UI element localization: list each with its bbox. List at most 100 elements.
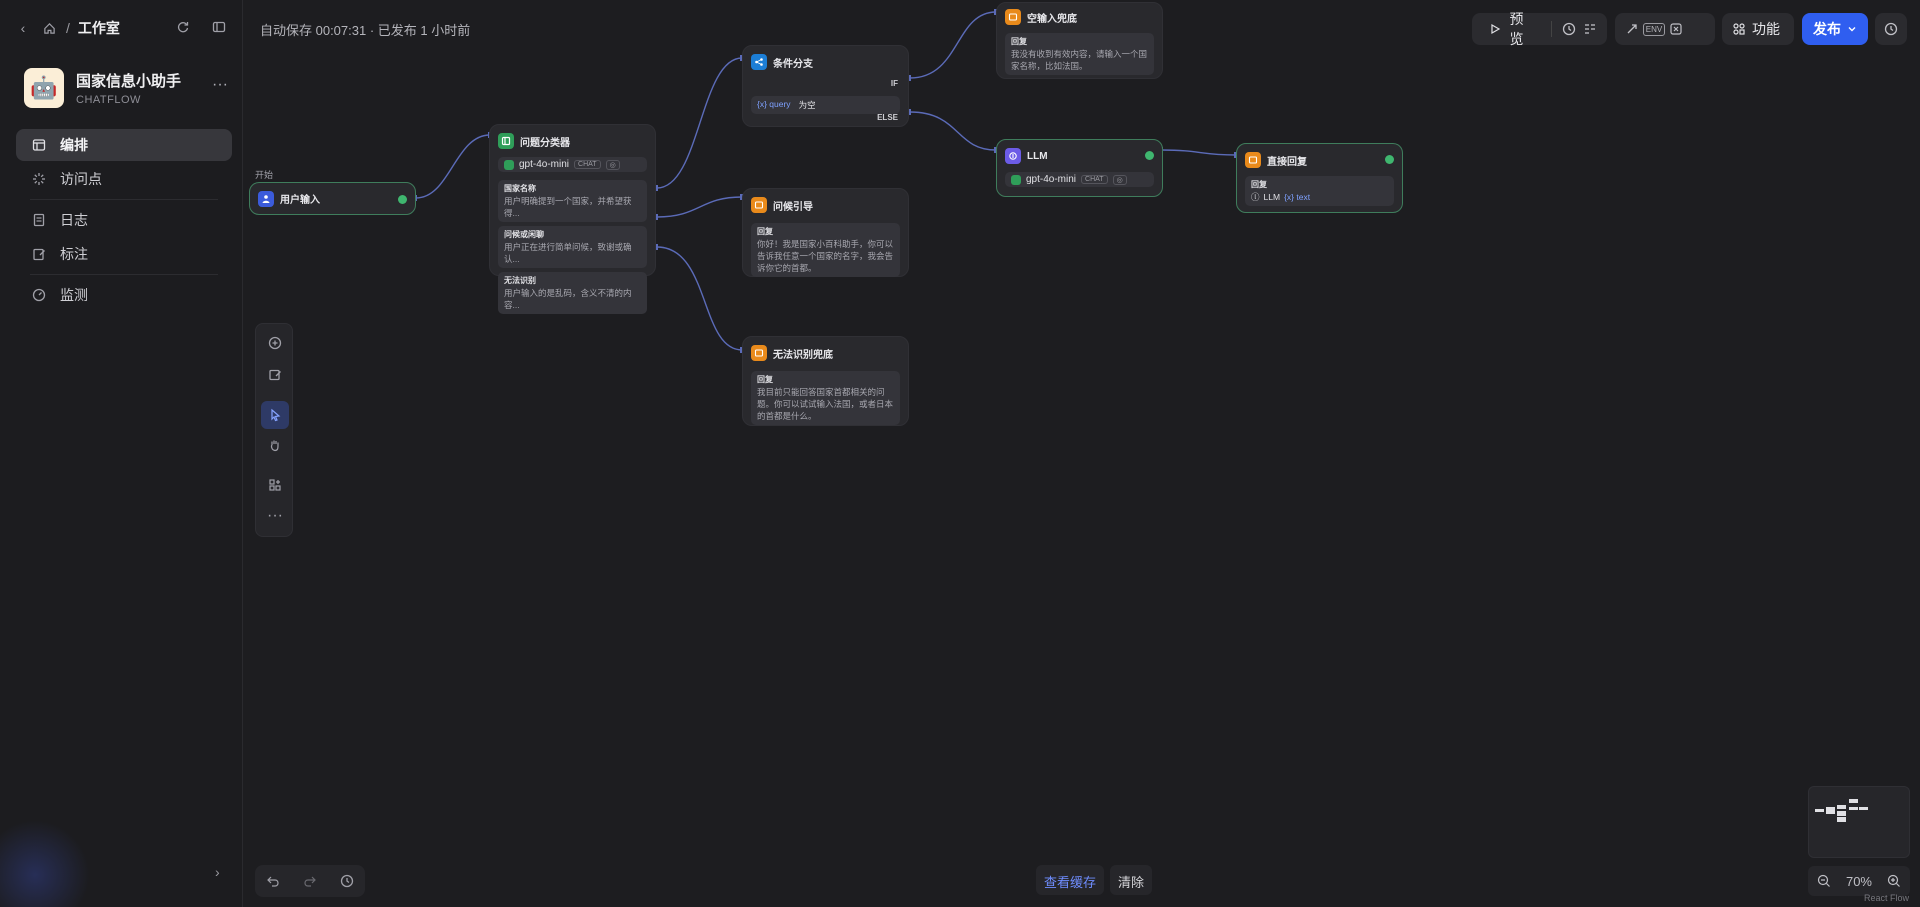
node-llm[interactable]: LLM gpt-4o-mini CHAT ◎ [996,139,1163,197]
add-node-icon[interactable] [261,329,289,357]
node-direct-reply[interactable]: 直接回复 回复 ⓛ LLM {x} text [1236,143,1403,213]
home-icon[interactable] [40,19,58,37]
checklist-clock-icon[interactable] [1560,20,1578,38]
chevron-down-icon [1847,21,1857,37]
reply-text: 我目前只能回答国家首都相关的问题。你可以试试输入法国，或者日本的首都是什么。 [757,387,894,421]
reply-box-title: 回复 [1251,180,1267,189]
class-name: 问候或闲聊 [504,230,544,239]
hand-icon[interactable] [261,431,289,459]
history-controls [255,865,365,897]
cache-controls: 查看缓存 清除 [1036,865,1153,895]
publish-button[interactable]: 发布 [1802,13,1868,45]
app-type: CHATFLOW [76,94,141,106]
answer-icon [751,345,767,361]
node-title: 问题分类器 [520,137,570,149]
panel-toggle-icon[interactable] [210,18,228,36]
model-selector[interactable]: gpt-4o-mini CHAT ◎ [1005,172,1154,187]
annotate-icon [30,245,48,263]
node-title: 问候引导 [773,201,813,213]
checklist-icon[interactable] [1581,20,1599,38]
divider [30,199,218,200]
autosave-status: 自动保存 00:07:31 · 已发布 1 小时前 [260,23,471,38]
vision-icon: ◎ [1112,174,1127,185]
zoom-out-icon[interactable] [1815,872,1833,890]
breadcrumb-studio[interactable]: 工作室 [78,18,120,38]
reply-box: 回复 我目前只能回答国家首都相关的问题。你可以试试输入法国，或者日本的首都是什么… [751,371,900,425]
app-card[interactable]: 🤖 国家信息小助手 CHATFLOW ··· [24,68,228,108]
edge-start-classifier [415,134,491,199]
minimap-nodes [1815,799,1868,822]
sidebar-nav: 编排 访问点 日志 标注 监测 [16,129,232,313]
node-empty-input-reply[interactable]: 空输入兜底 回复 我没有收到有效内容，请输入一个国家名称，比如法国。 [996,2,1163,79]
sidebar-item-label: 日志 [60,212,88,228]
model-name: gpt-4o-mini [519,159,570,170]
reply-box-title: 回复 [757,227,773,236]
reply-box: 回复 你好！我是国家小百科助手，你可以告诉我任意一个国家的名字，我会告诉你它的首… [751,223,900,277]
view-cache-button[interactable]: 查看缓存 [1036,865,1105,895]
more-options-icon[interactable]: ··· [261,502,289,530]
success-check-icon [1145,151,1154,160]
expand-sidebar-icon[interactable]: › [215,864,220,880]
class-name: 国家名称 [504,184,536,193]
toolbar-preview-group: 预览 [1472,11,1607,47]
play-icon [1486,20,1504,38]
class-item[interactable]: 无法识别 用户输入的是乱码，含义不清的内容... [498,272,647,314]
preview-button[interactable]: 预览 [1480,11,1543,47]
react-flow-attribution[interactable]: React Flow [1864,893,1909,903]
node-unknown-reply[interactable]: 无法识别兜底 回复 我目前只能回答国家首都相关的问题。你可以试试输入法国，或者日… [742,336,909,426]
node-title: 条件分支 [773,58,813,70]
redo-icon[interactable] [301,872,319,890]
edge-branch-llm [909,111,997,151]
clear-button[interactable]: 清除 [1110,865,1153,895]
variable-icon[interactable] [1667,20,1685,38]
edge-classifier-branch [656,57,743,189]
version-history-button[interactable] [1875,13,1907,45]
burst-icon [30,170,48,188]
sidebar-item-logs[interactable]: 日志 [16,204,232,236]
zoom-controls: 70% [1808,866,1910,896]
model-selector[interactable]: gpt-4o-mini CHAT ◎ [498,157,647,172]
sidebar-item-label: 标注 [60,246,88,262]
class-desc: 用户输入的是乱码，含义不清的内容... [504,288,632,310]
refresh-icon[interactable] [174,18,192,36]
add-note-icon[interactable] [261,361,289,389]
env-icon[interactable]: ENV [1642,20,1666,38]
branch-icon [751,54,767,70]
preview-label: 预览 [1509,11,1524,47]
app-avatar: 🤖 [24,68,64,108]
decorative-glow [0,820,90,907]
minimap[interactable] [1808,786,1910,858]
feature-run-icon[interactable] [1623,20,1641,38]
condition-row[interactable]: {x} query 为空 [751,96,900,114]
sidebar-item-orchestrate[interactable]: 编排 [16,129,232,161]
reply-box: 回复 我没有收到有效内容，请输入一个国家名称，比如法国。 [1005,33,1154,75]
success-check-icon [1385,155,1394,164]
condition-operator: 为空 [798,100,816,110]
undo-icon[interactable] [264,872,282,890]
class-item[interactable]: 国家名称 用户明确提到一个国家，并希望获得... [498,180,647,222]
sidebar-item-annotations[interactable]: 标注 [16,238,232,270]
vision-icon: ◎ [605,159,620,170]
more-icon[interactable]: ··· [212,76,228,94]
node-if-else[interactable]: 条件分支 IF {x} query 为空 ELSE [742,45,909,127]
class-item[interactable]: 问候或闲聊 用户正在进行简单问候，致谢或确认... [498,226,647,268]
back-chevron-icon[interactable]: ‹ [14,19,32,37]
features-button[interactable]: 功能 [1722,13,1794,45]
history-icon[interactable] [338,872,356,890]
ref-variable: {x} text [1284,192,1311,202]
pointer-icon[interactable] [261,401,289,429]
node-question-classifier[interactable]: 问题分类器 gpt-4o-mini CHAT ◎ 国家名称 用户明确提到一个国家… [489,124,656,314]
log-icon [30,211,48,229]
organize-icon[interactable] [261,471,289,499]
sidebar-item-monitoring[interactable]: 监测 [16,279,232,311]
zoom-in-icon[interactable] [1885,872,1903,890]
edge-branch-empty [909,11,997,79]
if-label: IF [890,79,898,88]
toolbar-env-group: ENV [1615,13,1715,45]
node-user-input[interactable]: 用户输入 [249,182,416,215]
node-greeting-reply[interactable]: 问候引导 回复 你好！我是国家小百科助手，你可以告诉我任意一个国家的名字，我会告… [742,188,909,277]
edge-classifier-unknown [656,246,743,351]
zoom-level[interactable]: 70% [1846,874,1872,889]
sidebar-item-label: 编排 [60,137,88,153]
sidebar-item-access-point[interactable]: 访问点 [16,163,232,195]
